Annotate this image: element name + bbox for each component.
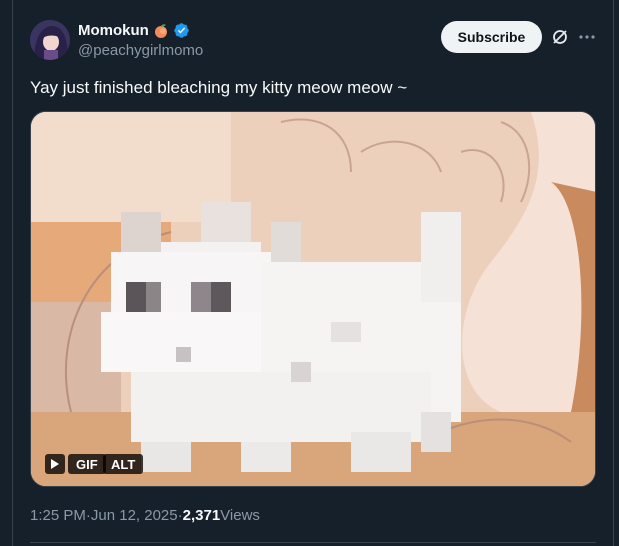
author-handle[interactable]: @peachygirlmomo bbox=[78, 42, 203, 59]
play-button[interactable] bbox=[45, 454, 65, 474]
tweet-card: Momokun @peachygirlmomo Subscribe Yay ju… bbox=[0, 0, 619, 546]
tweet-meta: 1:25 PM · Jun 12, 2025 · 2,371 Views bbox=[30, 507, 260, 524]
grok-icon[interactable] bbox=[551, 28, 569, 46]
author-name-row[interactable]: Momokun bbox=[78, 22, 190, 39]
avatar[interactable] bbox=[30, 20, 70, 60]
more-icon[interactable] bbox=[578, 28, 596, 46]
views-label: Views bbox=[220, 507, 260, 524]
left-divider bbox=[12, 0, 13, 546]
peach-emoji-icon bbox=[153, 23, 169, 39]
verified-badge-icon[interactable] bbox=[173, 22, 190, 39]
bottom-divider bbox=[30, 542, 596, 543]
tweet-text: Yay just finished bleaching my kitty meo… bbox=[30, 78, 408, 97]
tweet-media-gif[interactable]: GIF ALT bbox=[30, 111, 596, 487]
display-name[interactable]: Momokun bbox=[78, 22, 149, 39]
views-count: 2,371 bbox=[182, 507, 221, 524]
gif-badge: GIF bbox=[68, 454, 106, 474]
right-divider bbox=[613, 0, 614, 546]
tweet-time[interactable]: 1:25 PM bbox=[30, 507, 86, 524]
play-icon bbox=[51, 459, 59, 469]
alt-badge[interactable]: ALT bbox=[103, 454, 144, 474]
subscribe-button[interactable]: Subscribe bbox=[441, 21, 542, 53]
tweet-date[interactable]: Jun 12, 2025 bbox=[91, 507, 178, 524]
gif-image bbox=[31, 112, 595, 486]
